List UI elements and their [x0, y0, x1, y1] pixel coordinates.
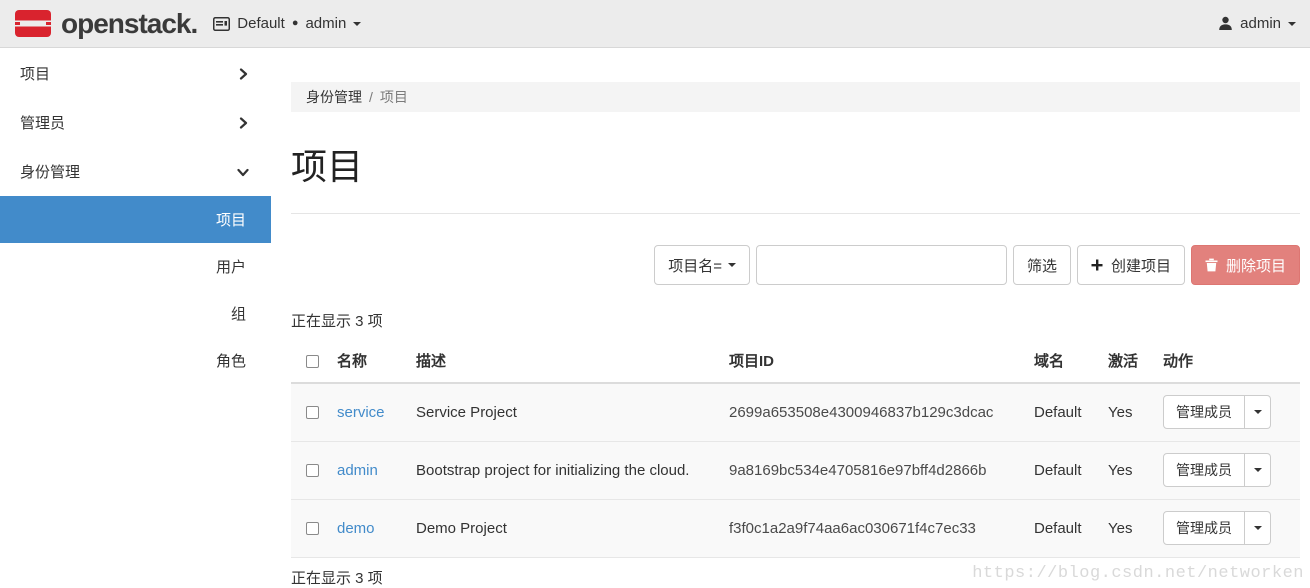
project-name-link[interactable]: service — [337, 404, 385, 421]
brand-wordmark: openstack. — [61, 8, 197, 40]
delete-projects-label: 删除项目 — [1226, 255, 1286, 276]
filter-button-label: 筛选 — [1027, 255, 1057, 276]
table-row: service Service Project 2699a653508e4300… — [291, 383, 1300, 441]
domain-icon — [213, 17, 230, 31]
sidebar-subitem-label: 组 — [231, 303, 246, 324]
caret-down-icon — [1254, 410, 1262, 414]
sidebar-item-admin[interactable]: 管理员 — [0, 98, 271, 147]
caret-down-icon — [353, 22, 361, 26]
project-description: Service Project — [408, 383, 721, 441]
row-action-caret-button[interactable] — [1245, 511, 1271, 545]
create-project-label: 创建项目 — [1111, 255, 1171, 276]
csdn-watermark: https://blog.csdn.net/networken — [972, 564, 1304, 583]
openstack-brand[interactable]: openstack. — [14, 8, 197, 40]
context-project-label: admin — [305, 15, 346, 32]
project-domain: Default — [1026, 499, 1100, 557]
sidebar-item-label: 项目 — [20, 63, 50, 84]
project-domain: Default — [1026, 383, 1100, 441]
column-header-active[interactable]: 激活 — [1100, 341, 1155, 383]
row-action-split-button: 管理成员 — [1163, 453, 1271, 487]
row-action-split-button: 管理成员 — [1163, 395, 1271, 429]
items-count: 正在显示 3 项 — [291, 310, 1300, 331]
top-bar: openstack. Default ● admin admin — [0, 0, 1310, 48]
select-all-checkbox[interactable] — [306, 355, 319, 368]
sidebar-subitem-label: 角色 — [216, 350, 246, 371]
project-description: Bootstrap project for initializing the c… — [408, 441, 721, 499]
manage-members-button[interactable]: 管理成员 — [1163, 453, 1245, 487]
column-header-name[interactable]: 名称 — [329, 341, 408, 383]
project-id: 2699a653508e4300946837b129c3dcac — [721, 383, 1026, 441]
row-checkbox[interactable] — [306, 464, 319, 477]
caret-down-icon — [1254, 468, 1262, 472]
main-content: 身份管理 / 项目 项目 项目名= 筛选 创建项目 删除项目 — [291, 48, 1300, 588]
user-icon — [1218, 16, 1233, 31]
create-project-button[interactable]: 创建项目 — [1077, 245, 1185, 285]
column-header-description[interactable]: 描述 — [408, 341, 721, 383]
context-domain-label: Default — [237, 15, 285, 32]
project-id: f3f0c1a2a9f74aa6ac030671f4c7ec33 — [721, 499, 1026, 557]
caret-down-icon — [728, 263, 736, 267]
sidebar-subitem-label: 用户 — [216, 256, 246, 277]
openstack-logo-icon — [14, 10, 52, 38]
projects-table: 名称 描述 项目ID 域名 激活 动作 service Service Proj… — [291, 341, 1300, 558]
table-row: admin Bootstrap project for initializing… — [291, 441, 1300, 499]
filter-field-label: 项目名= — [668, 255, 722, 276]
project-id: 9a8169bc534e4705816e97bff4d2866b — [721, 441, 1026, 499]
filter-field-dropdown[interactable]: 项目名= — [654, 245, 750, 285]
project-active: Yes — [1100, 499, 1155, 557]
column-header-domain[interactable]: 域名 — [1026, 341, 1100, 383]
caret-down-icon — [1288, 22, 1296, 26]
project-domain: Default — [1026, 441, 1100, 499]
table-body: service Service Project 2699a653508e4300… — [291, 383, 1300, 557]
project-active: Yes — [1100, 383, 1155, 441]
sidebar-subitem-groups[interactable]: 组 — [0, 290, 271, 337]
column-header-actions: 动作 — [1155, 341, 1300, 383]
chevron-down-icon — [237, 166, 249, 178]
user-name-label: admin — [1240, 15, 1281, 32]
chevron-right-icon — [237, 68, 249, 80]
context-bullet-icon: ● — [292, 18, 299, 29]
sidebar: 项目 管理员 身份管理 项目 用户 组 角色 — [0, 49, 271, 588]
project-name-link[interactable]: demo — [337, 520, 375, 537]
sidebar-item-identity[interactable]: 身份管理 — [0, 147, 271, 196]
table-row: demo Demo Project f3f0c1a2a9f74aa6ac0306… — [291, 499, 1300, 557]
breadcrumb-current: 项目 — [380, 87, 408, 107]
row-action-split-button: 管理成员 — [1163, 511, 1271, 545]
table-toolbar: 项目名= 筛选 创建项目 删除项目 — [291, 245, 1300, 285]
sidebar-subitem-users[interactable]: 用户 — [0, 243, 271, 290]
sidebar-subitem-label: 项目 — [216, 209, 246, 230]
caret-down-icon — [1254, 526, 1262, 530]
project-active: Yes — [1100, 441, 1155, 499]
project-description: Demo Project — [408, 499, 721, 557]
title-divider — [291, 213, 1300, 214]
sidebar-item-project[interactable]: 项目 — [0, 49, 271, 98]
page-title: 项目 — [291, 138, 1300, 190]
project-name-link[interactable]: admin — [337, 462, 378, 479]
sidebar-subitem-roles[interactable]: 角色 — [0, 337, 271, 384]
breadcrumb-separator: / — [369, 89, 373, 105]
row-checkbox[interactable] — [306, 522, 319, 535]
trash-icon — [1205, 258, 1218, 272]
user-menu[interactable]: admin — [1218, 15, 1296, 32]
column-header-project-id[interactable]: 项目ID — [721, 341, 1026, 383]
chevron-right-icon — [237, 117, 249, 129]
row-action-caret-button[interactable] — [1245, 395, 1271, 429]
manage-members-button[interactable]: 管理成员 — [1163, 511, 1245, 545]
breadcrumb: 身份管理 / 项目 — [291, 82, 1300, 112]
sidebar-item-label: 管理员 — [20, 112, 65, 133]
manage-members-button[interactable]: 管理成员 — [1163, 395, 1245, 429]
filter-input[interactable] — [756, 245, 1007, 285]
breadcrumb-parent: 身份管理 — [306, 87, 362, 107]
row-checkbox[interactable] — [306, 406, 319, 419]
project-context-switcher[interactable]: Default ● admin — [213, 15, 361, 32]
table-header-row: 名称 描述 项目ID 域名 激活 动作 — [291, 341, 1300, 383]
sidebar-subitem-projects[interactable]: 项目 — [0, 196, 271, 243]
plus-icon — [1091, 259, 1103, 271]
sidebar-item-label: 身份管理 — [20, 161, 80, 182]
row-action-caret-button[interactable] — [1245, 453, 1271, 487]
filter-button[interactable]: 筛选 — [1013, 245, 1071, 285]
delete-projects-button[interactable]: 删除项目 — [1191, 245, 1300, 285]
